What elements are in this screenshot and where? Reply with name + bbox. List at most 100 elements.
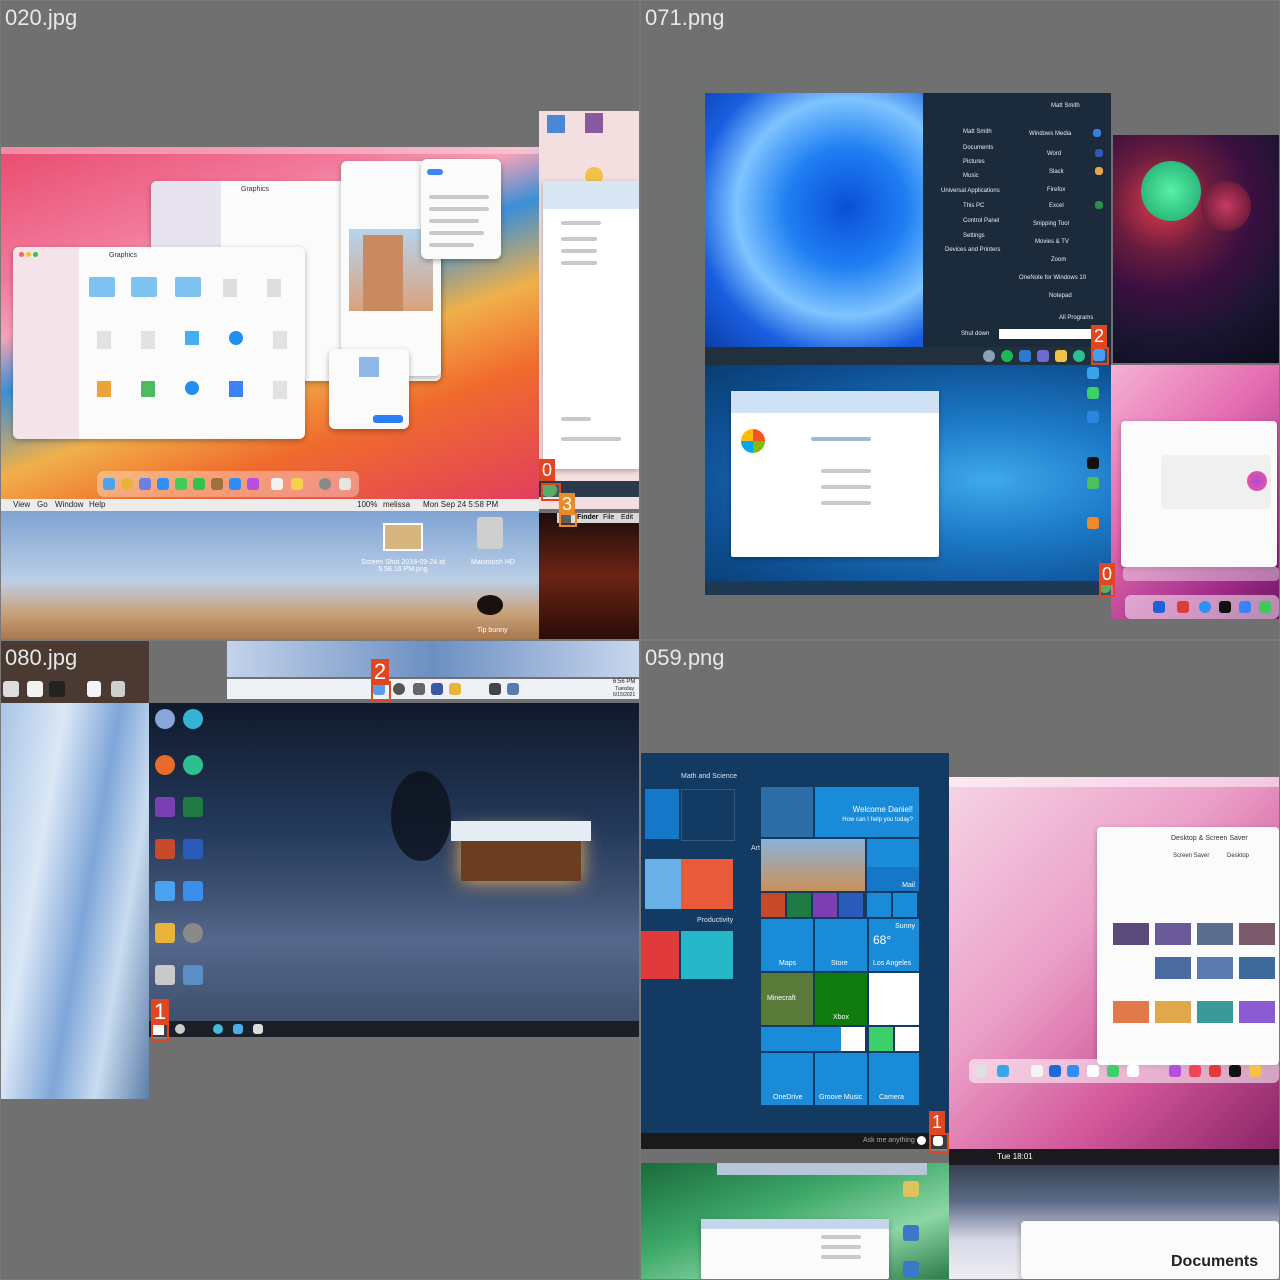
start-item[interactable]: Excel xyxy=(1049,203,1064,209)
tile-skype[interactable] xyxy=(867,893,891,917)
tile-pencil[interactable] xyxy=(681,859,733,909)
app-icon[interactable] xyxy=(1107,1065,1119,1077)
chrome-icon[interactable] xyxy=(121,478,133,490)
edge-icon[interactable] xyxy=(183,709,203,729)
tile-xbox[interactable]: Xbox xyxy=(815,973,867,1025)
start-item[interactable]: Zoom xyxy=(1051,257,1066,263)
start-right-item[interactable]: Control Panel xyxy=(963,218,999,224)
notes-icon[interactable] xyxy=(211,478,223,490)
cortana-icon[interactable] xyxy=(917,1136,926,1145)
tile-welcome[interactable]: Welcome Daniel! How can I help you today… xyxy=(815,787,919,837)
menu-view[interactable]: View xyxy=(13,500,30,509)
notes-icon[interactable] xyxy=(291,478,303,490)
facetime-icon[interactable] xyxy=(193,478,205,490)
tile-excel[interactable] xyxy=(787,893,811,917)
winrar-icon[interactable] xyxy=(585,113,603,133)
start-right-item[interactable]: Matt Smith xyxy=(963,129,992,135)
menu-help[interactable]: Help xyxy=(89,500,105,509)
edge-icon[interactable] xyxy=(1073,350,1085,362)
settings-icon[interactable] xyxy=(183,923,203,943)
tv-icon[interactable] xyxy=(1229,1065,1241,1077)
store-icon[interactable] xyxy=(1037,350,1049,362)
podcasts-icon[interactable] xyxy=(1169,1065,1181,1077)
tile-minecraft[interactable]: Minecraft xyxy=(761,973,813,1025)
start-right-item[interactable]: Documents xyxy=(963,145,993,151)
taskview-icon[interactable] xyxy=(413,683,425,695)
app-icon[interactable] xyxy=(997,1065,1009,1077)
app-icon[interactable] xyxy=(1239,601,1251,613)
start-right-item[interactable]: Universal Applications xyxy=(941,188,1000,194)
recycle-icon[interactable] xyxy=(155,965,175,985)
reminders-icon[interactable] xyxy=(271,478,283,490)
tile-app[interactable] xyxy=(641,931,679,979)
tile-app[interactable] xyxy=(681,931,733,979)
start-item[interactable]: OneNote for Windows 10 xyxy=(1019,275,1086,281)
tile-netflix[interactable] xyxy=(841,1027,865,1051)
qq-icon[interactable] xyxy=(1087,457,1099,469)
start-item[interactable]: Windows Media xyxy=(1029,131,1071,137)
word-icon[interactable] xyxy=(183,839,203,859)
app-icon[interactable] xyxy=(1259,601,1271,613)
trash-icon[interactable] xyxy=(339,478,351,490)
mail-icon[interactable] xyxy=(229,478,241,490)
folder-icon[interactable] xyxy=(175,277,201,297)
prefs-tab[interactable]: Screen Saver xyxy=(1173,853,1209,859)
app-icon[interactable] xyxy=(49,681,65,697)
excel-icon[interactable] xyxy=(183,797,203,817)
start-right-item[interactable]: Music xyxy=(963,173,979,179)
start-item[interactable]: Word xyxy=(1047,151,1061,157)
start-item[interactable]: Firefox xyxy=(1047,187,1065,193)
spotify-icon[interactable] xyxy=(1001,350,1013,362)
messages-icon[interactable] xyxy=(175,478,187,490)
start-item[interactable]: Slack xyxy=(1049,169,1064,175)
tile-camera[interactable]: Camera xyxy=(869,1053,919,1105)
widgets-icon[interactable] xyxy=(431,683,443,695)
all-programs[interactable]: All Programs xyxy=(1059,315,1093,321)
app-icon[interactable] xyxy=(1153,601,1165,613)
start-item[interactable]: Notepad xyxy=(1049,293,1072,299)
start-item[interactable]: Snipping Tool xyxy=(1033,221,1069,227)
cortana-icon[interactable] xyxy=(213,1024,223,1034)
music-icon[interactable] xyxy=(1189,1065,1201,1077)
start-right-item[interactable]: Settings xyxy=(963,233,985,239)
confirm-button[interactable] xyxy=(373,415,403,423)
app-icon[interactable] xyxy=(1127,1065,1139,1077)
my-computer-icon[interactable] xyxy=(547,115,565,133)
start-right-item[interactable]: Devices and Printers xyxy=(945,247,1000,253)
finder-icon[interactable] xyxy=(103,478,115,490)
tile-picsart[interactable] xyxy=(869,973,919,1025)
firefox-icon[interactable] xyxy=(155,755,175,775)
tile-app[interactable] xyxy=(895,1027,919,1051)
app-icon[interactable] xyxy=(27,681,43,697)
tile-app[interactable] xyxy=(869,1027,893,1051)
start-right-item[interactable]: This PC xyxy=(963,203,984,209)
shutdown-button[interactable]: Shut down xyxy=(961,331,989,337)
folder-icon[interactable] xyxy=(89,277,115,297)
start-item[interactable]: Movies & TV xyxy=(1035,239,1069,245)
onenote-icon[interactable] xyxy=(155,797,175,817)
app-icon[interactable] xyxy=(183,881,203,901)
start-right-item[interactable]: Pictures xyxy=(963,159,985,165)
app-icon[interactable] xyxy=(1031,1065,1043,1077)
search-placeholder[interactable]: Ask me anything xyxy=(863,1137,915,1144)
search-box[interactable] xyxy=(999,329,1099,339)
trash-icon[interactable] xyxy=(111,681,125,697)
tv-icon[interactable] xyxy=(1219,601,1231,613)
onedrive-icon[interactable] xyxy=(155,881,175,901)
mail-icon[interactable] xyxy=(1019,350,1031,362)
app-icon[interactable] xyxy=(1199,601,1211,613)
appstore-icon[interactable] xyxy=(1067,1065,1079,1077)
app-icon[interactable] xyxy=(87,681,101,697)
tile-maps[interactable]: Maps xyxy=(761,919,813,971)
trash-icon[interactable] xyxy=(975,1065,987,1077)
settings-icon[interactable] xyxy=(983,350,995,362)
clock-time[interactable]: 6:56 PM xyxy=(613,679,635,685)
tile-khan[interactable] xyxy=(681,789,735,841)
menu-finder[interactable]: Finder xyxy=(577,514,598,521)
appstore-icon[interactable] xyxy=(157,478,169,490)
control-panel-icon[interactable] xyxy=(183,965,203,985)
app-icon[interactable] xyxy=(1087,477,1099,489)
prefs-tab[interactable]: Desktop xyxy=(1227,853,1249,859)
app-icon[interactable] xyxy=(1049,1065,1061,1077)
store-icon[interactable] xyxy=(489,683,501,695)
